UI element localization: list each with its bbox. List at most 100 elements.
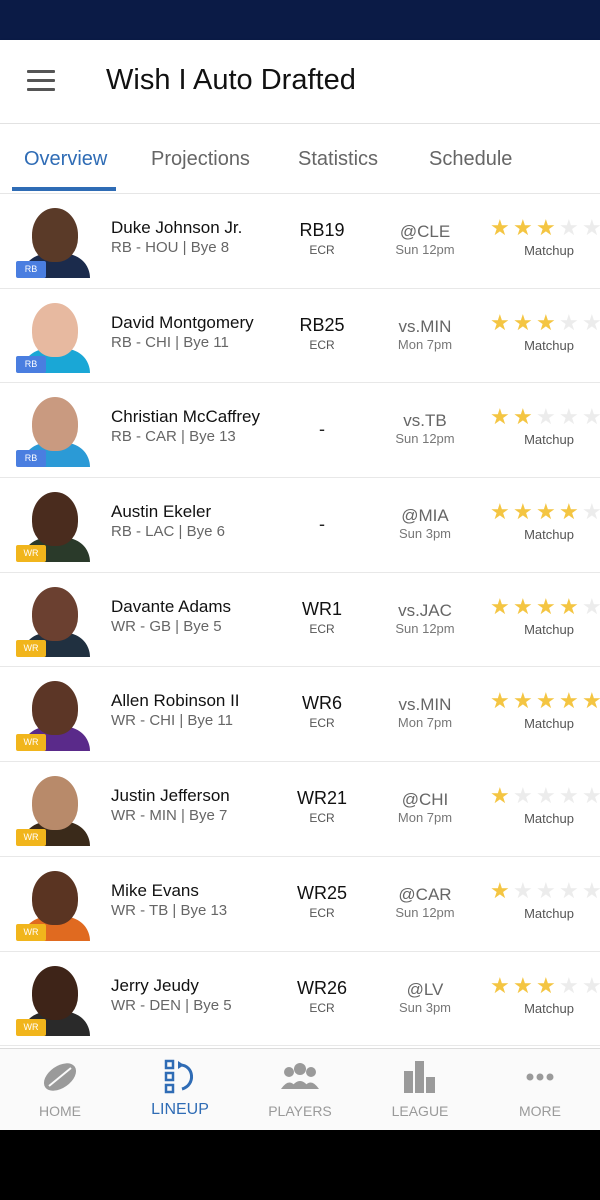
- player-row[interactable]: WR Jerry Jeudy WR - DEN | Bye 5 WR26 ECR…: [0, 952, 600, 1047]
- star-icon: ★: [559, 878, 579, 903]
- nav-more[interactable]: MORE: [480, 1049, 600, 1131]
- player-row[interactable]: RB Duke Johnson Jr. RB - HOU | Bye 8 RB1…: [0, 194, 600, 289]
- avatar-head: [32, 776, 78, 831]
- player-avatar[interactable]: WR: [16, 774, 92, 847]
- matchup-stars[interactable]: ★ ★ ★ ★ ★: [490, 216, 600, 242]
- player-avatar[interactable]: RB: [16, 301, 92, 373]
- star-icon: ★: [513, 973, 533, 998]
- player-avatar[interactable]: WR: [16, 585, 92, 657]
- status-bar: [0, 0, 600, 40]
- opponent: @LV: [406, 979, 444, 999]
- star-icon: ★: [536, 594, 556, 619]
- star-icon: ★: [536, 973, 556, 998]
- rank-label: ECR: [309, 811, 335, 826]
- matchup-stars[interactable]: ★ ★ ★ ★ ★: [490, 405, 600, 431]
- bottom-navigation: HOME LINEUP PLAYERS LEAGUE MORE: [0, 1048, 600, 1130]
- players-icon: [281, 1063, 319, 1089]
- player-name[interactable]: Justin Jefferson: [111, 786, 230, 806]
- position-badge: WR: [16, 639, 46, 657]
- player-avatar[interactable]: WR: [16, 964, 92, 1036]
- player-row[interactable]: RB David Montgomery RB - CHI | Bye 11 RB…: [0, 289, 600, 384]
- star-icon: ★: [582, 689, 600, 714]
- nav-home-label: HOME: [39, 1103, 81, 1119]
- tab-overview[interactable]: Overview: [24, 148, 107, 171]
- star-icon: ★: [513, 594, 533, 619]
- rank-value: RB25: [299, 314, 345, 335]
- game-time: Mon 7pm: [397, 336, 453, 352]
- player-avatar[interactable]: WR: [16, 869, 92, 941]
- player-name[interactable]: Austin Ekeler: [111, 502, 211, 522]
- rank-value: -: [319, 419, 325, 440]
- position-badge: RB: [16, 450, 46, 468]
- player-row[interactable]: WR Justin Jefferson WR - MIN | Bye 7 WR2…: [0, 762, 600, 857]
- nav-more-label: MORE: [519, 1103, 561, 1119]
- player-name[interactable]: Davante Adams: [111, 597, 231, 617]
- avatar-head: [32, 586, 78, 641]
- matchup-label: Matchup: [524, 1000, 574, 1016]
- tab-projections[interactable]: Projections: [151, 148, 250, 171]
- opponent: vs.MIN: [398, 695, 452, 715]
- player-avatar[interactable]: WR: [16, 679, 92, 752]
- player-row[interactable]: WR Davante Adams WR - GB | Bye 5 WR1 ECR…: [0, 573, 600, 668]
- nav-players[interactable]: PLAYERS: [240, 1049, 360, 1131]
- player-avatar[interactable]: RB: [16, 395, 92, 468]
- matchup-stars[interactable]: ★ ★ ★ ★ ★: [490, 595, 600, 621]
- tab-bar: Overview Projections Statistics Schedule: [0, 124, 600, 194]
- player-name[interactable]: Jerry Jeudy: [111, 976, 199, 996]
- player-avatar[interactable]: WR: [16, 490, 92, 563]
- rank-label: ECR: [309, 905, 335, 920]
- avatar-head: [32, 302, 78, 357]
- matchup-label: Matchup: [524, 432, 574, 448]
- player-avatar[interactable]: RB: [16, 206, 92, 278]
- nav-home[interactable]: HOME: [0, 1049, 120, 1131]
- game-time: Sun 3pm: [398, 999, 452, 1015]
- avatar-head: [32, 965, 78, 1020]
- nav-lineup[interactable]: LINEUP: [120, 1049, 240, 1131]
- rank-value: WR6: [302, 693, 342, 714]
- star-icon: ★: [536, 784, 556, 809]
- game-time: Sun 12pm: [395, 904, 455, 920]
- position-badge: RB: [16, 261, 46, 278]
- player-row[interactable]: WR Allen Robinson II WR - CHI | Bye 11 W…: [0, 667, 600, 763]
- game-time: Sun 12pm: [395, 620, 455, 636]
- player-name[interactable]: Christian McCaffrey: [111, 407, 260, 427]
- tab-schedule[interactable]: Schedule: [429, 148, 512, 171]
- matchup-stars[interactable]: ★ ★ ★ ★ ★: [490, 500, 600, 526]
- star-icon: ★: [513, 216, 533, 240]
- position-badge: RB: [16, 355, 46, 373]
- star-icon: ★: [513, 310, 533, 335]
- star-icon: ★: [559, 500, 579, 525]
- hamburger-menu-icon[interactable]: [27, 70, 55, 92]
- player-name[interactable]: David Montgomery: [111, 313, 254, 333]
- player-row[interactable]: RB Christian McCaffrey RB - CAR | Bye 13…: [0, 383, 600, 479]
- star-icon: ★: [559, 784, 579, 809]
- player-name[interactable]: Duke Johnson Jr.: [111, 218, 242, 238]
- matchup-stars[interactable]: ★ ★ ★ ★ ★: [490, 311, 600, 337]
- game-time: Mon 7pm: [397, 810, 453, 826]
- avatar-head: [32, 870, 78, 925]
- opponent: @MIA: [401, 506, 449, 526]
- matchup-stars[interactable]: ★ ★ ★ ★ ★: [490, 879, 600, 905]
- rank-label: ECR: [309, 243, 335, 257]
- player-name[interactable]: Mike Evans: [111, 881, 199, 901]
- player-info: RB - LAC | Bye 6: [111, 523, 225, 541]
- avatar-head: [32, 208, 78, 262]
- nav-league[interactable]: LEAGUE: [360, 1049, 480, 1131]
- matchup-stars[interactable]: ★ ★ ★ ★ ★: [490, 784, 600, 810]
- page-title: Wish I Auto Drafted: [106, 64, 356, 96]
- matchup-stars[interactable]: ★ ★ ★ ★ ★: [490, 689, 600, 715]
- tab-statistics[interactable]: Statistics: [298, 148, 378, 171]
- rank-value: WR1: [302, 598, 342, 619]
- matchup-stars[interactable]: ★ ★ ★ ★ ★: [490, 974, 600, 1000]
- player-row[interactable]: WR Mike Evans WR - TB | Bye 13 WR25 ECR …: [0, 857, 600, 952]
- player-row[interactable]: WR Austin Ekeler RB - LAC | Bye 6 - @MIA…: [0, 478, 600, 573]
- system-navigation-bar: [0, 1130, 600, 1200]
- player-name[interactable]: Allen Robinson II: [111, 691, 240, 711]
- star-icon: ★: [582, 405, 600, 430]
- nav-league-label: LEAGUE: [391, 1103, 449, 1119]
- rank-value: WR26: [296, 977, 347, 998]
- position-badge: WR: [16, 829, 46, 847]
- matchup-label: Matchup: [524, 811, 574, 827]
- star-icon: ★: [513, 689, 533, 714]
- star-icon: ★: [536, 500, 556, 525]
